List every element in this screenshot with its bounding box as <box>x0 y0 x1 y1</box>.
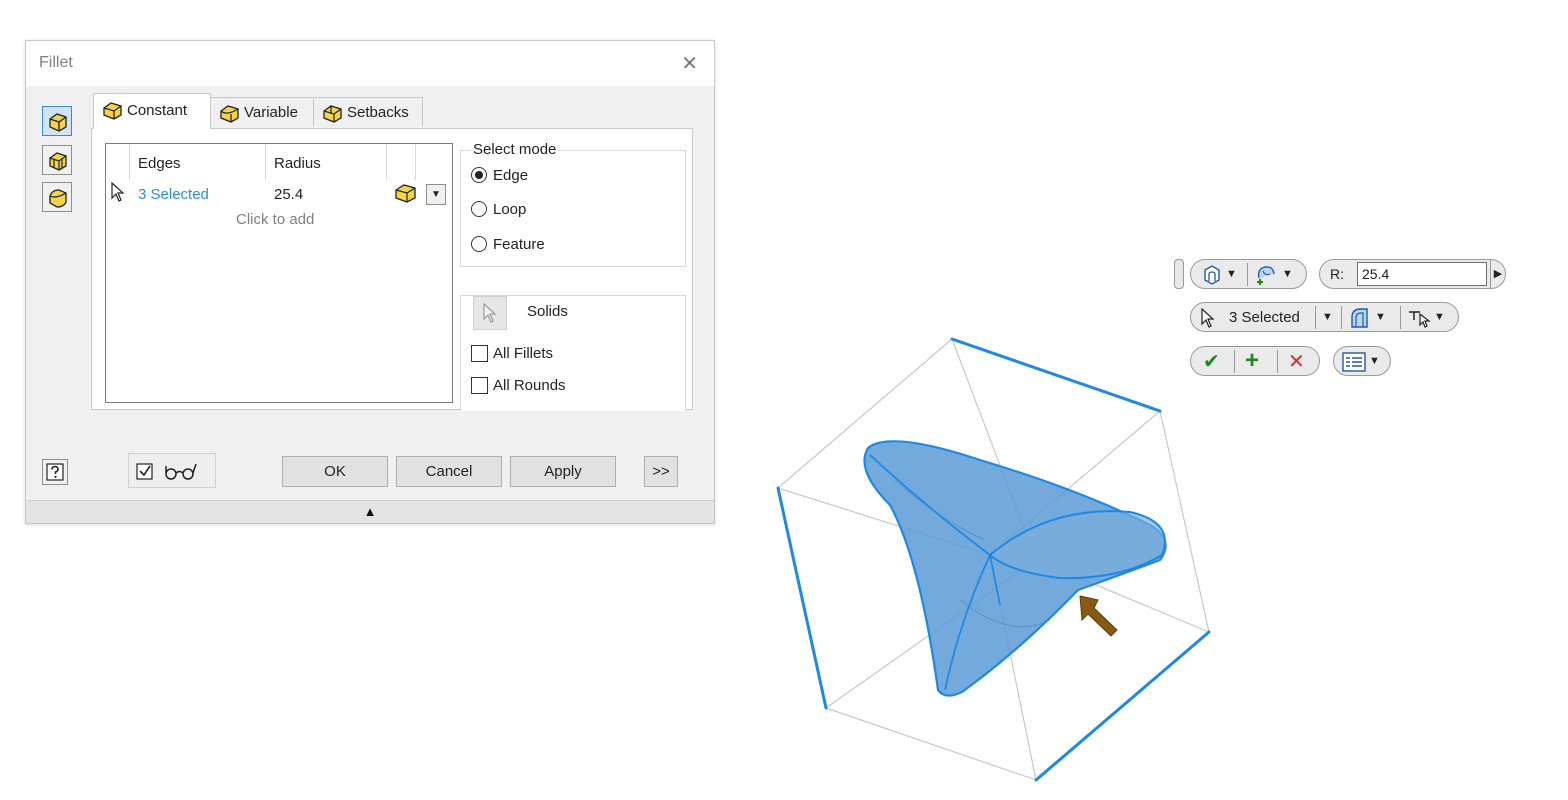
checkbox-label: All Fillets <box>493 345 554 362</box>
chevron-down-icon[interactable]: ▼ <box>1369 355 1380 367</box>
continuity-icon[interactable] <box>394 182 418 204</box>
fillet-dialog: Fillet ✕ Constant Variable Setbacks Edge… <box>25 40 715 524</box>
edge-select-filter-icon[interactable] <box>1408 308 1434 328</box>
more-options-button[interactable]: >> <box>644 456 678 487</box>
add-solid-icon[interactable] <box>1253 262 1279 288</box>
segment-separator <box>1315 306 1316 329</box>
edges-selection-link[interactable]: 3 Selected <box>138 186 209 203</box>
model-viewport[interactable] <box>740 320 1240 800</box>
setbacks-fillet-icon <box>323 105 342 123</box>
tab-setbacks[interactable]: Setbacks <box>313 97 423 127</box>
select-mode-legend: Select mode <box>471 141 559 158</box>
apply-button[interactable]: Apply <box>510 456 616 487</box>
tab-setbacks-label: Setbacks <box>347 104 409 121</box>
cancel-x-icon[interactable]: ✕ <box>1288 349 1305 374</box>
cursor-arrow-icon <box>111 182 125 202</box>
constant-fillet-icon <box>103 102 122 120</box>
segment-separator <box>1341 306 1342 329</box>
edge-fillet-icon <box>49 113 67 132</box>
face-fillet-icon <box>49 152 67 171</box>
full-round-fillet-mode-button[interactable] <box>42 182 72 212</box>
face-fillet-mode-button[interactable] <box>42 145 72 175</box>
chevron-down-icon[interactable]: ▼ <box>1282 268 1293 280</box>
close-icon[interactable]: ✕ <box>681 51 698 76</box>
column-separator <box>265 144 266 180</box>
radius-field-group: R: <box>1319 259 1491 289</box>
fillet-edge-mode-button[interactable] <box>42 106 72 136</box>
radio-label: Loop <box>493 201 527 218</box>
column-separator <box>129 144 130 180</box>
ok-button[interactable]: OK <box>282 456 388 487</box>
full-round-fillet-icon <box>49 189 67 208</box>
cursor-arrow-icon <box>483 303 497 323</box>
preview-glasses-icon <box>136 463 197 480</box>
mini-toolbar-grip[interactable] <box>1174 259 1184 289</box>
checkbox-label: All Rounds <box>493 377 566 394</box>
help-button[interactable] <box>42 459 68 485</box>
variable-fillet-icon <box>220 105 239 123</box>
collapse-arrow-icon[interactable]: ▲ <box>364 504 377 519</box>
direction-arrow-icon[interactable] <box>1079 595 1118 637</box>
apply-plus-icon[interactable]: + <box>1245 347 1259 375</box>
radio-indicator[interactable] <box>471 201 487 217</box>
list-options-icon[interactable] <box>1342 352 1366 372</box>
solids-select-button[interactable] <box>473 296 507 330</box>
segment-separator <box>1247 263 1248 286</box>
preview-toggle[interactable] <box>128 453 216 488</box>
checkbox-box[interactable] <box>471 345 488 362</box>
solids-label: Solids <box>527 303 568 320</box>
radius-label: R: <box>1330 266 1344 282</box>
click-to-add-row[interactable]: Click to add <box>236 211 314 228</box>
options-menu-button[interactable]: ▼ <box>1333 346 1391 376</box>
dialog-titlebar[interactable]: Fillet ✕ <box>26 41 714 86</box>
radio-label: Edge <box>493 167 529 184</box>
chevron-down-icon[interactable]: ▼ <box>1375 311 1386 323</box>
help-icon <box>46 463 64 481</box>
edges-column-header: Edges <box>138 155 181 172</box>
filleted-corner-solid <box>863 440 1167 697</box>
radio-indicator[interactable] <box>471 236 487 252</box>
radius-column-header: Radius <box>274 155 321 172</box>
edge-fillet-type-icon[interactable] <box>1200 263 1224 287</box>
select-mode-group: Select mode Edge Loop Feature <box>460 141 686 267</box>
radio-indicator[interactable] <box>471 167 487 183</box>
segment-separator <box>1277 350 1278 373</box>
fillet-type-selector[interactable]: ▼ ▼ <box>1190 259 1307 289</box>
column-separator <box>415 144 416 180</box>
constant-tab-panel: Edges Radius 3 Selected 25.4 ▼ Click to … <box>91 128 693 411</box>
edges-radius-table[interactable]: Edges Radius 3 Selected 25.4 ▼ Click to … <box>105 143 453 403</box>
collapse-strip[interactable]: ▲ <box>26 500 714 523</box>
column-separator <box>386 144 387 180</box>
segment-separator <box>1400 306 1401 329</box>
solids-group: Solids All Fillets All Rounds <box>460 295 686 411</box>
checkbox-box[interactable] <box>471 377 488 394</box>
radius-flyout-arrow[interactable]: ▶ <box>1490 259 1506 289</box>
continuity-type-icon[interactable] <box>1347 305 1373 331</box>
tab-constant-label: Constant <box>127 102 188 119</box>
cancel-button[interactable]: Cancel <box>396 456 502 487</box>
tab-constant[interactable]: Constant <box>93 93 211 129</box>
chevron-down-icon[interactable]: ▼ <box>1226 268 1237 280</box>
chevron-down-icon[interactable]: ▼ <box>1322 311 1333 323</box>
chevron-down-icon[interactable]: ▼ <box>1434 311 1445 323</box>
dialog-title: Fillet <box>39 54 73 71</box>
tab-variable-label: Variable <box>244 104 298 121</box>
radius-input[interactable] <box>1357 262 1487 286</box>
radius-value[interactable]: 25.4 <box>274 186 303 203</box>
tab-variable[interactable]: Variable <box>210 97 314 127</box>
radio-label: Feature <box>493 236 545 253</box>
continuity-dropdown[interactable]: ▼ <box>426 184 446 205</box>
